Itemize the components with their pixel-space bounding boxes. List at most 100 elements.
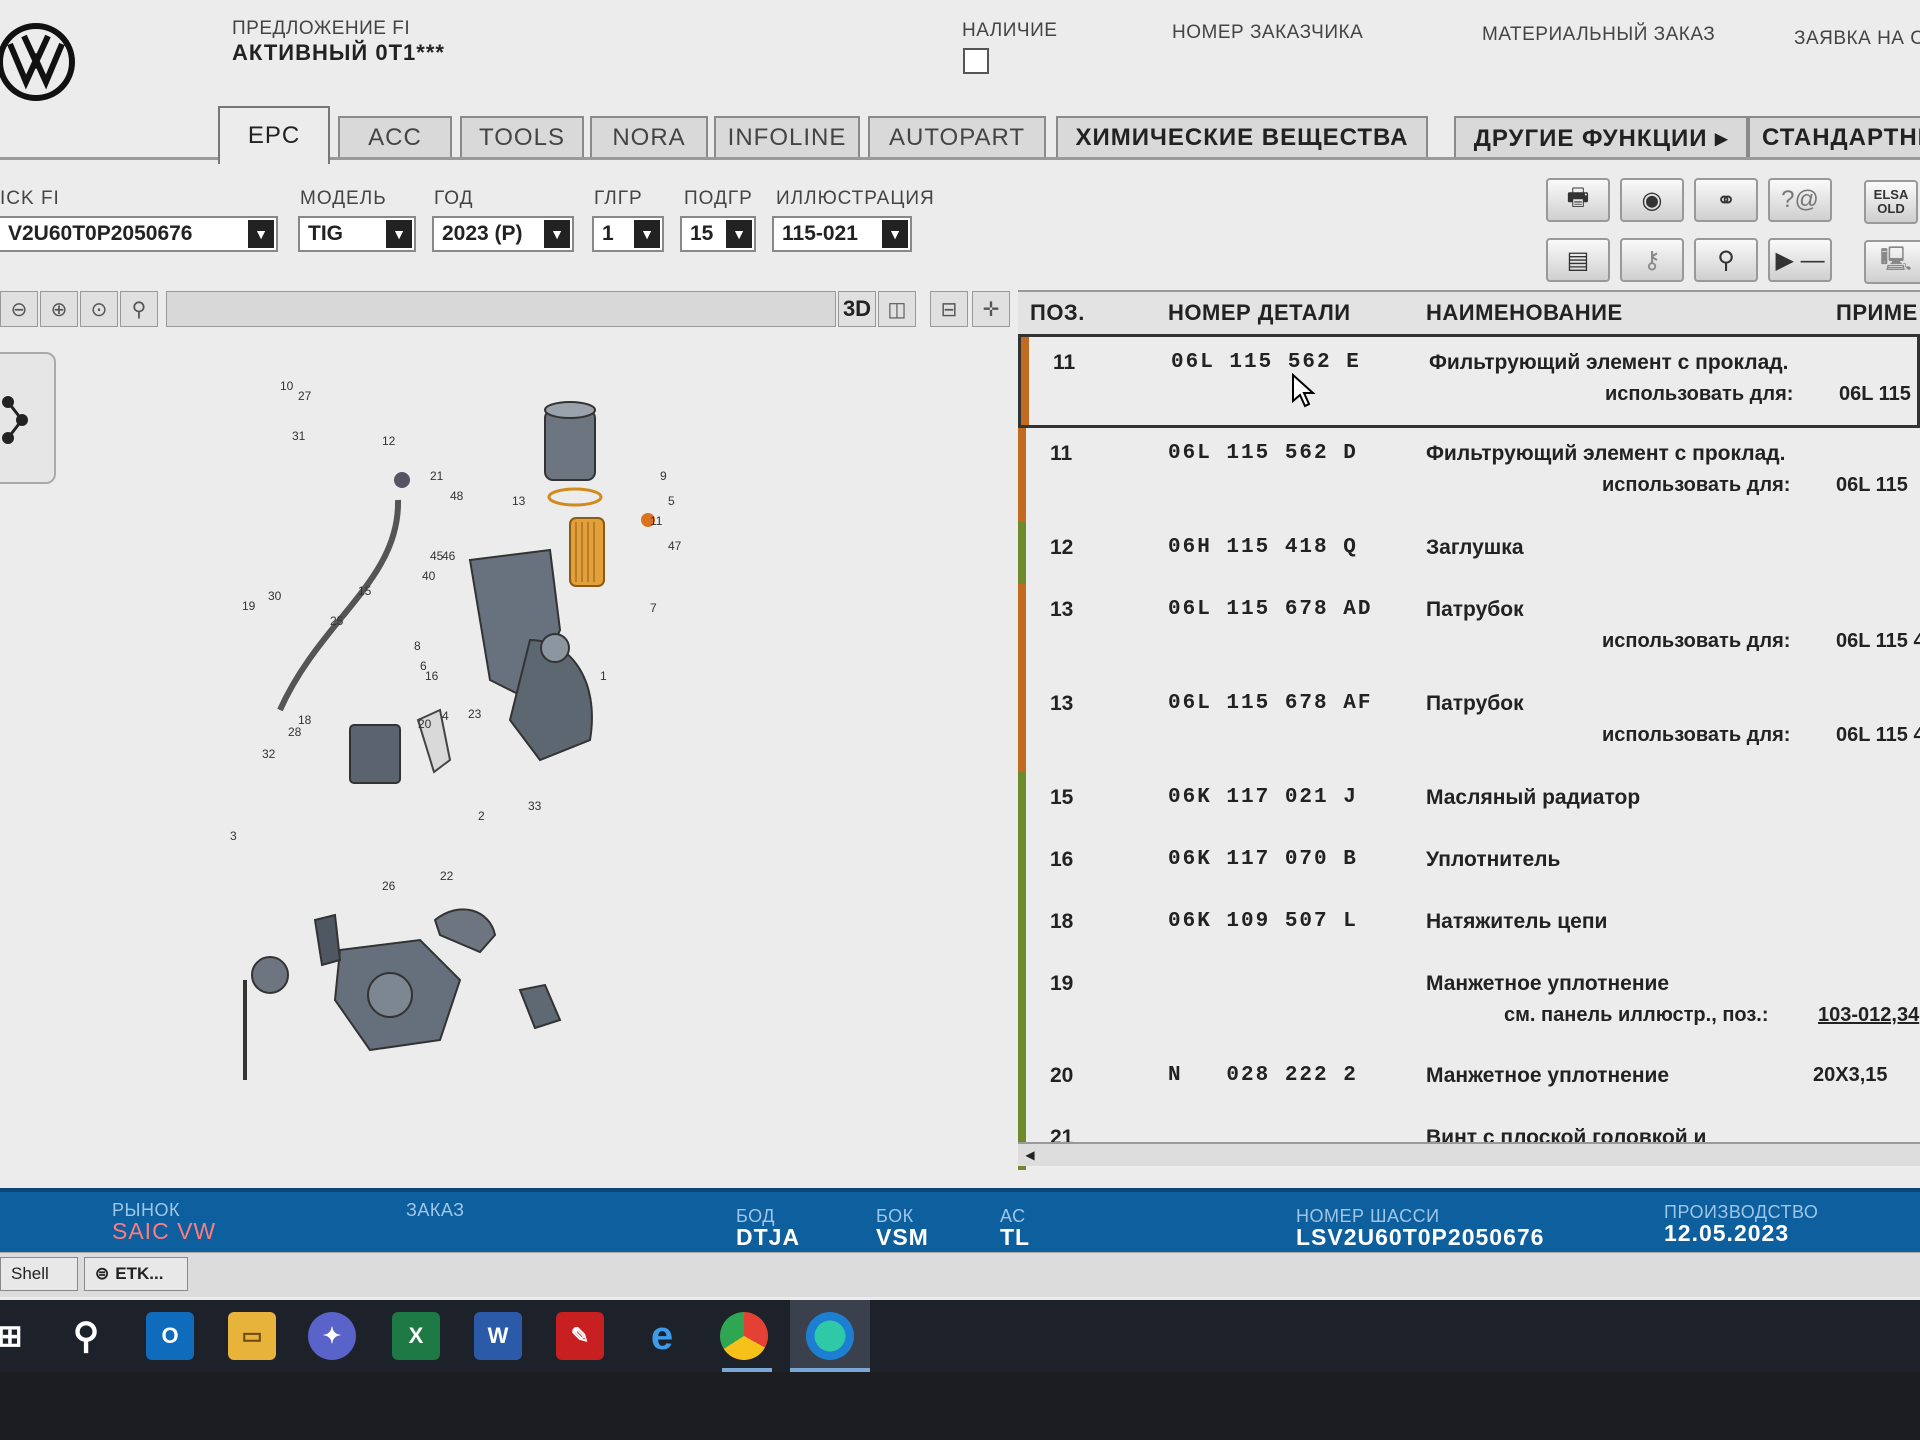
tab-other-functions[interactable]: ДРУГИЕ ФУНКЦИИ ▸ (1454, 116, 1748, 158)
suction-pipe[interactable] (433, 908, 497, 954)
search-icon[interactable]: ⚲ (62, 1312, 110, 1360)
tab-tools[interactable]: TOOLS (460, 116, 584, 158)
row-reference-label: см. панель иллюстр., поз.: (1504, 1004, 1769, 1026)
disc-button[interactable]: ◉ (1620, 178, 1684, 222)
table-row[interactable]: 16 06K 117 070 B Уплотнитель (1018, 834, 1920, 898)
app-icon[interactable]: ✦ (308, 1312, 356, 1360)
list-view-button[interactable]: ▤ (1546, 238, 1610, 282)
internet-explorer-icon[interactable]: e (638, 1312, 686, 1360)
acrobat-icon[interactable]: ✎ (556, 1312, 604, 1360)
share-panel-handle[interactable] (0, 352, 56, 484)
zoom-out-button[interactable]: ⊖ (0, 291, 38, 327)
print-button[interactable]: 🖶 (1546, 178, 1610, 222)
chevron-down-icon[interactable]: ▼ (248, 220, 274, 248)
tab-epc[interactable]: EPC (218, 106, 330, 164)
col-position[interactable]: ПОЗ. (1030, 300, 1085, 326)
table-horizontal-scrollbar[interactable]: ◀ (1018, 1142, 1920, 1166)
filter-cap[interactable] (544, 401, 596, 481)
shell-button[interactable]: Shell (0, 1257, 78, 1291)
row-position: 11 (1053, 351, 1076, 374)
bracket[interactable] (518, 983, 562, 1030)
chevron-down-icon[interactable]: ▼ (634, 220, 660, 248)
tab-acc[interactable]: ACC (338, 116, 452, 158)
view-3d-button[interactable]: 3D (838, 291, 876, 327)
illustration-select[interactable]: 115-021 ▼ (772, 216, 912, 252)
file-explorer-icon[interactable]: ▭ (228, 1312, 276, 1360)
main-group-select[interactable]: 1 ▼ (592, 216, 664, 252)
parts-diagram[interactable]: 10 27 31 12 21 9 11 48 13 5 45 46 40 47 … (230, 380, 750, 1120)
vin-select[interactable]: V2U60T0P2050676 ▼ (0, 216, 278, 252)
model-select[interactable]: TIG ▼ (298, 216, 416, 252)
tab-standard[interactable]: СТАНДАРТНЫЕ (1748, 116, 1920, 158)
filter-element[interactable] (569, 517, 605, 587)
col-part-number[interactable]: НОМЕР ДЕТАЛИ (1168, 300, 1351, 326)
table-row[interactable]: 20 N 028 222 2 Манжетное уплотнение 20X3… (1018, 1050, 1920, 1114)
sprocket[interactable] (251, 956, 289, 994)
elsa-old-button[interactable]: ELSA OLD (1864, 180, 1918, 224)
dipstick-tube[interactable] (277, 499, 402, 712)
help-button[interactable]: ?@ (1768, 178, 1832, 222)
play-button[interactable]: ▶ — (1768, 238, 1832, 282)
svg-text:27: 27 (298, 389, 312, 403)
row-part-number: 06K 109 507 L (1168, 910, 1358, 933)
col-note[interactable]: ПРИМЕ (1836, 300, 1918, 326)
sub-group-select[interactable]: 15 ▼ (680, 216, 756, 252)
row-reference-link[interactable]: 103-012,34 (1818, 1004, 1919, 1027)
material-order-label: МАТЕРИАЛЬНЫЙ ЗАКАЗ (1482, 24, 1716, 45)
table-row[interactable]: 15 06K 117 021 J Масляный радиатор (1018, 772, 1920, 836)
tab-infoline[interactable]: INFOLINE (714, 116, 860, 158)
oil-pump[interactable] (333, 938, 462, 1052)
table-row[interactable]: 18 06K 109 507 L Натяжитель цепи (1018, 896, 1920, 960)
zoom-slider[interactable] (166, 291, 836, 327)
tab-autopart[interactable]: AUTOPART (868, 116, 1046, 158)
excel-icon[interactable]: X (392, 1312, 440, 1360)
tab-nora[interactable]: NORA (590, 116, 708, 158)
etk-button[interactable]: ⊜ ETK... (84, 1257, 188, 1291)
search-binoculars-button[interactable]: ⚭ (1694, 178, 1758, 222)
row-usage-value[interactable]: 06L 115 4 (1836, 724, 1920, 747)
availability-checkbox[interactable] (963, 48, 989, 74)
resize-button[interactable]: ✛ (972, 291, 1010, 327)
windows-start-icon[interactable]: ⊞ (0, 1312, 34, 1360)
table-row[interactable]: 11 06L 115 562 D Фильтрующий элемент с п… (1018, 428, 1920, 524)
row-usage-value[interactable]: 06L 115 (1836, 474, 1908, 497)
svg-text:2: 2 (478, 809, 485, 823)
monitor-button[interactable]: 🖳 (1864, 240, 1920, 284)
chrome-icon[interactable] (720, 1312, 768, 1360)
layout-button[interactable]: ⊟ (930, 291, 968, 327)
chevron-down-icon[interactable]: ▼ (726, 220, 752, 248)
zoom-in-button[interactable]: ⊕ (40, 291, 78, 327)
tab-chemicals[interactable]: ХИМИЧЕСКИЕ ВЕЩЕСТВА (1056, 116, 1428, 158)
table-row[interactable]: 13 06L 115 678 AD Патрубок использовать … (1018, 584, 1920, 680)
zoom-fit-button[interactable]: ⊙ (80, 291, 118, 327)
table-row[interactable]: 12 06H 115 418 Q Заглушка (1018, 522, 1920, 586)
svg-text:31: 31 (292, 429, 306, 443)
edge-icon[interactable] (806, 1312, 854, 1360)
table-row[interactable]: 19 Манжетное уплотнение см. панель иллюс… (1018, 958, 1920, 1052)
row-part-number: 06K 117 021 J (1168, 786, 1358, 809)
chevron-down-icon[interactable]: ▼ (386, 220, 412, 248)
chevron-down-icon[interactable]: ▼ (544, 220, 570, 248)
row-position: 13 (1050, 692, 1074, 715)
table-row[interactable]: 13 06L 115 678 AF Патрубок использовать … (1018, 678, 1920, 774)
table-row[interactable]: 11 06L 115 562 E Фильтрующий элемент с п… (1018, 334, 1920, 428)
word-icon[interactable]: W (474, 1312, 522, 1360)
row-position: 11 (1050, 442, 1073, 465)
oil-cooler[interactable] (349, 724, 401, 784)
sub-group-value: 15 (690, 222, 714, 245)
row-usage-value[interactable]: 06L 115 (1839, 383, 1911, 406)
year-select[interactable]: 2023 (P) ▼ (432, 216, 574, 252)
svg-text:32: 32 (262, 747, 276, 761)
chevron-down-icon[interactable]: ▼ (882, 220, 908, 248)
chain-tensioner[interactable] (313, 913, 342, 967)
key-button[interactable]: ⚷ (1620, 238, 1684, 282)
outlook-icon[interactable]: O (146, 1312, 194, 1360)
magnifier-button[interactable]: ⚲ (120, 291, 158, 327)
row-usage-value[interactable]: 06L 115 4 (1836, 630, 1920, 653)
tree-button[interactable]: ⚲ (1694, 238, 1758, 282)
row-color-marker (1018, 896, 1026, 958)
split-view-button[interactable]: ◫ (878, 291, 916, 327)
chassis-value: LSV2U60T0P2050676 (1296, 1224, 1545, 1250)
scroll-left-icon[interactable]: ◀ (1020, 1146, 1040, 1164)
col-name[interactable]: НАИМЕНОВАНИЕ (1426, 300, 1623, 326)
